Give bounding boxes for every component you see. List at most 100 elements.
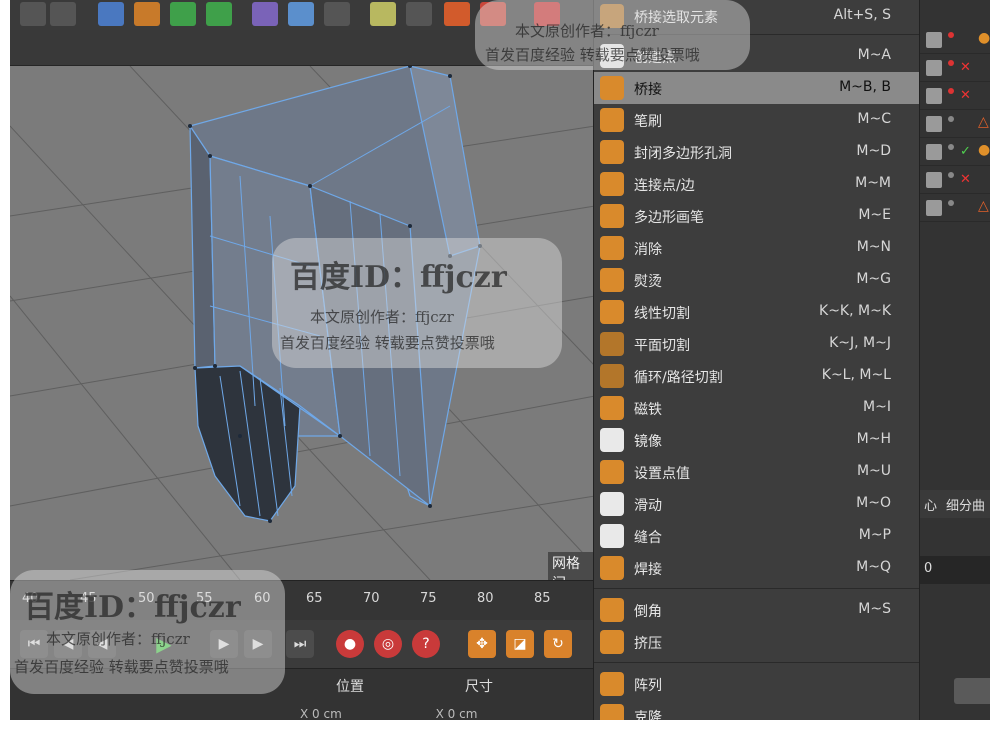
disabled-x-icon[interactable]: ✕ bbox=[960, 60, 971, 75]
spline-icon[interactable] bbox=[134, 2, 160, 26]
array-tool-icon[interactable] bbox=[206, 2, 232, 26]
menu-item-label: 消除 bbox=[634, 242, 662, 258]
menu-item-shortcut: M~I bbox=[863, 399, 891, 415]
watermark-repost-line: 首发百度经验 转载要点赞投票哦 bbox=[14, 658, 229, 676]
x-position-field[interactable]: X 0 cm bbox=[300, 707, 342, 720]
menu-item-plane-cut[interactable]: 平面切割 K~J, M~J bbox=[594, 328, 919, 360]
visibility-dot-icon[interactable] bbox=[948, 60, 954, 66]
menu-item-bevel[interactable]: 倒角 M~S bbox=[594, 594, 919, 626]
menu-item-stitch[interactable]: 缝合 M~P bbox=[594, 520, 919, 552]
enabled-check-icon[interactable]: ✓ bbox=[960, 144, 971, 159]
value-field[interactable]: 0 bbox=[920, 556, 990, 584]
menu-item-shortcut: M~H bbox=[856, 431, 891, 447]
visibility-dot-icon[interactable] bbox=[948, 144, 954, 150]
light-icon[interactable] bbox=[370, 2, 396, 26]
menu-item-extrude[interactable]: 挤压 bbox=[594, 626, 919, 658]
object-row[interactable]: ✓ ● bbox=[920, 138, 990, 166]
coordinates-row: X 0 cm X 0 cm bbox=[300, 707, 477, 720]
watermark-center: 百度ID：ffjczr 本文原创作者：ffjczr 首发百度经验 转载要点赞投票… bbox=[272, 238, 562, 368]
visibility-dot-icon[interactable] bbox=[948, 32, 954, 38]
move-key-icon[interactable]: ✥ bbox=[468, 630, 496, 658]
layer-icon bbox=[926, 32, 942, 48]
nurbs-icon[interactable] bbox=[170, 2, 196, 26]
menu-item-shortcut: K~J, M~J bbox=[829, 335, 891, 351]
floor-icon[interactable] bbox=[288, 2, 314, 26]
menu-item-clone[interactable]: 克隆 bbox=[594, 700, 919, 720]
tag-icon: ● bbox=[978, 30, 990, 46]
go-to-end-icon[interactable]: ⏭ bbox=[286, 630, 314, 658]
disabled-x-icon[interactable]: ✕ bbox=[960, 172, 971, 187]
tab-subdivide[interactable]: 细分曲 bbox=[946, 495, 985, 514]
slide-icon bbox=[600, 492, 624, 516]
menu-item-label: 桥接 bbox=[634, 82, 662, 98]
visibility-dot-icon[interactable] bbox=[948, 116, 954, 122]
menu-item-label: 连接点/边 bbox=[634, 178, 695, 194]
menu-item-label: 笔刷 bbox=[634, 114, 662, 130]
sculpt-icon[interactable] bbox=[406, 2, 432, 26]
set-point-value-icon bbox=[600, 460, 624, 484]
menu-item-iron[interactable]: 熨烫 M~G bbox=[594, 264, 919, 296]
tag-icon[interactable] bbox=[444, 2, 470, 26]
plane-cut-icon bbox=[600, 332, 624, 356]
menu-item-shortcut: Alt+S, S bbox=[833, 7, 891, 23]
menu-item-label: 阵列 bbox=[634, 678, 662, 694]
object-row[interactable]: △ bbox=[920, 194, 990, 222]
layer-icon bbox=[926, 60, 942, 76]
menu-item-shortcut: K~K, M~K bbox=[819, 303, 891, 319]
warning-triangle-icon: △ bbox=[978, 198, 989, 214]
auto-key-icon[interactable]: ◎ bbox=[374, 630, 402, 658]
menu-item-array[interactable]: 阵列 bbox=[594, 668, 919, 700]
menu-item-label: 镜像 bbox=[634, 434, 662, 450]
menu-item-bridge[interactable]: 桥接 M~B, B bbox=[594, 72, 919, 104]
help-icon[interactable]: ? bbox=[412, 630, 440, 658]
visibility-dot-icon[interactable] bbox=[948, 172, 954, 178]
menu-item-magnet[interactable]: 磁铁 M~I bbox=[594, 392, 919, 424]
x-size-field[interactable]: X 0 cm bbox=[436, 707, 478, 720]
timeline-tick: 80 bbox=[477, 591, 494, 606]
menu-item-label: 克隆 bbox=[634, 710, 662, 720]
menu-item-polygon-pen[interactable]: 多边形画笔 M~E bbox=[594, 200, 919, 232]
tab-center[interactable]: 心 bbox=[924, 495, 937, 514]
menu-item-label: 滑动 bbox=[634, 498, 662, 514]
menu-item-connect-points-edges[interactable]: 连接点/边 M~M bbox=[594, 168, 919, 200]
menu-item-dissolve[interactable]: 消除 M~N bbox=[594, 232, 919, 264]
menu-item-loop-path-cut[interactable]: 循环/路径切割 K~L, M~L bbox=[594, 360, 919, 392]
object-row[interactable]: △ bbox=[920, 110, 990, 138]
bevel-icon bbox=[600, 598, 624, 622]
menu-item-brush[interactable]: 笔刷 M~C bbox=[594, 104, 919, 136]
object-row[interactable]: ● bbox=[920, 26, 990, 54]
menu-item-weld[interactable]: 焊接 M~Q bbox=[594, 552, 919, 584]
stitch-icon bbox=[600, 524, 624, 548]
menu-item-shortcut: M~O bbox=[856, 495, 891, 511]
visibility-dot-icon[interactable] bbox=[948, 200, 954, 206]
object-row[interactable]: ✕ bbox=[920, 54, 990, 82]
menu-item-label: 设置点值 bbox=[634, 466, 690, 482]
menu-item-line-cut[interactable]: 线性切割 K~K, M~K bbox=[594, 296, 919, 328]
menu-item-shortcut: M~N bbox=[856, 239, 891, 255]
timeline-tick: 65 bbox=[306, 591, 323, 606]
menu-item-shortcut: M~U bbox=[856, 463, 891, 479]
deformer-icon[interactable] bbox=[252, 2, 278, 26]
weld-icon bbox=[600, 556, 624, 580]
record-key-icon[interactable]: ● bbox=[336, 630, 364, 658]
menu-item-slide[interactable]: 滑动 M~O bbox=[594, 488, 919, 520]
cube-icon[interactable] bbox=[98, 2, 124, 26]
scale-key-icon[interactable]: ◪ bbox=[506, 630, 534, 658]
magnet-icon bbox=[600, 396, 624, 420]
polygon-pen-icon bbox=[600, 204, 624, 228]
disabled-x-icon[interactable]: ✕ bbox=[960, 88, 971, 103]
close-polygon-hole-icon bbox=[600, 140, 624, 164]
render-icon[interactable] bbox=[20, 2, 46, 26]
object-row[interactable]: ✕ bbox=[920, 166, 990, 194]
menu-item-set-point-value[interactable]: 设置点值 M~U bbox=[594, 456, 919, 488]
apply-button[interactable] bbox=[954, 678, 990, 704]
visibility-dot-icon[interactable] bbox=[948, 88, 954, 94]
camera-icon[interactable] bbox=[324, 2, 350, 26]
object-row[interactable]: ✕ bbox=[920, 82, 990, 110]
film-icon[interactable] bbox=[50, 2, 76, 26]
menu-item-label: 多边形画笔 bbox=[634, 210, 704, 226]
menu-item-mirror[interactable]: 镜像 M~H bbox=[594, 424, 919, 456]
rotate-key-icon[interactable]: ↻ bbox=[544, 630, 572, 658]
watermark-bottom: 百度ID：ffjczr 本文原创作者：ffjczr 首发百度经验 转载要点赞投票… bbox=[10, 570, 285, 694]
menu-item-close-polygon-hole[interactable]: 封闭多边形孔洞 M~D bbox=[594, 136, 919, 168]
